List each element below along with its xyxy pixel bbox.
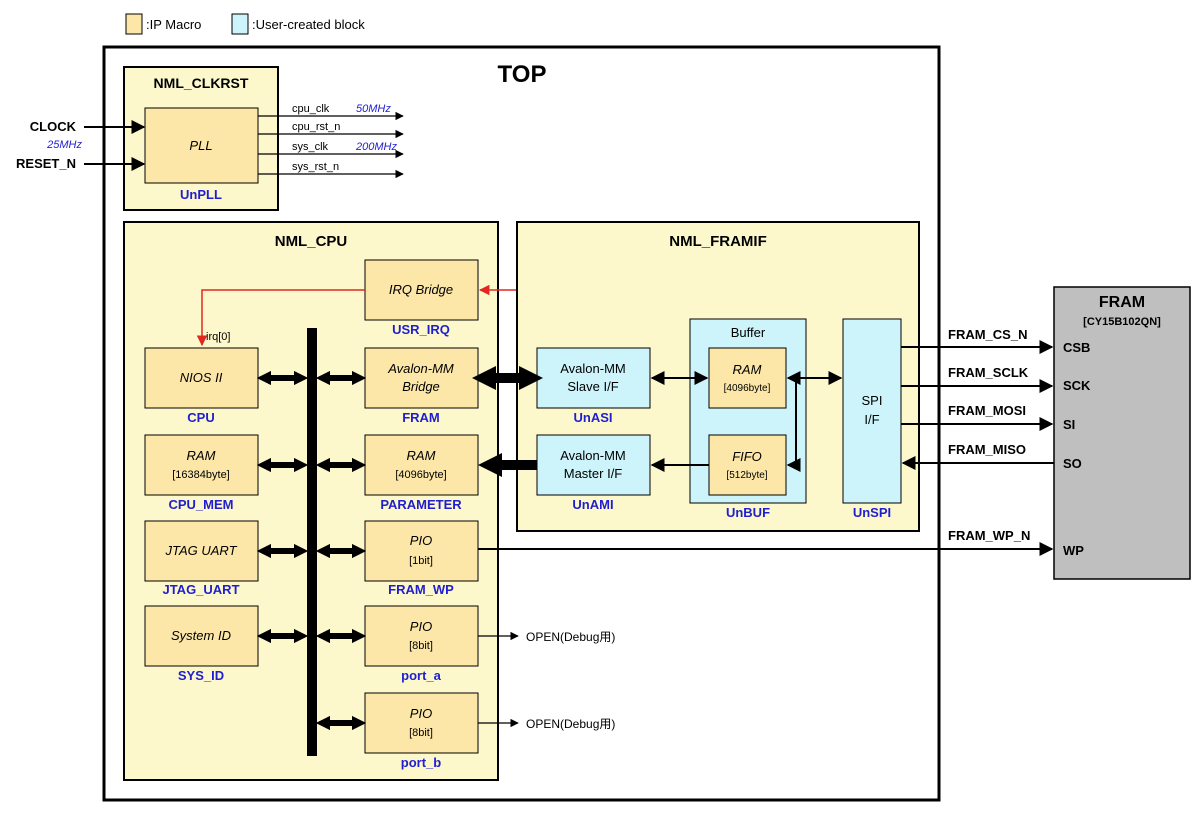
port-a-pio-label: PIO xyxy=(410,619,432,634)
spi-if-label-1: SPI xyxy=(862,393,883,408)
block-diagram: :IP Macro :User-created block TOP NML_CL… xyxy=(16,13,1191,802)
buffer-title: Buffer xyxy=(731,325,766,340)
master-if-instance-name: UnAMI xyxy=(572,497,613,512)
fram-bridge-block: Avalon-MM Bridge xyxy=(364,347,479,409)
sys-id-label: System ID xyxy=(171,628,231,643)
cpu-mem-block: RAM [16384byte] xyxy=(144,434,259,496)
buffer-fifo-label: FIFO xyxy=(732,449,762,464)
cpu-group-title: NML_CPU xyxy=(275,233,348,250)
cpu-block-label: NIOS II xyxy=(180,370,223,385)
fram-bridge-label-2: Bridge xyxy=(402,379,440,394)
port-b-pio-width: [8bit] xyxy=(409,727,433,739)
fram-bridge-instance-name: FRAM xyxy=(402,410,440,425)
port-b-open-label: OPEN(Debug用) xyxy=(526,717,615,731)
parameter-instance-name: PARAMETER xyxy=(380,497,462,512)
top-title: TOP xyxy=(498,61,547,88)
clock-input-freq: 25MHz xyxy=(46,139,82,151)
buffer-ram-block xyxy=(708,347,787,409)
legend-user-label: :User-created block xyxy=(252,17,365,32)
irq-bridge-instance-name: USR_IRQ xyxy=(392,322,450,337)
fram-wp-pio-width: [1bit] xyxy=(409,555,433,567)
fram-miso-label: FRAM_MISO xyxy=(948,442,1026,457)
clock-input-label: CLOCK xyxy=(30,119,77,134)
fram-wp-pio-block: PIO [1bit] xyxy=(364,520,479,582)
sys-clk-freq: 200MHz xyxy=(355,141,397,153)
spi-if-label-2: I/F xyxy=(864,412,879,427)
jtag-uart-instance-name: JTAG_UART xyxy=(162,582,239,597)
fram-chip xyxy=(1053,286,1191,580)
buffer-ram-label: RAM xyxy=(733,362,762,377)
cpu-mem-size: [16384byte] xyxy=(172,469,230,481)
fram-bridge-label-1: Avalon-MM xyxy=(387,361,454,376)
master-if-block xyxy=(536,434,651,496)
slave-if-instance-name: UnASI xyxy=(574,410,613,425)
avalon-bus xyxy=(307,328,317,756)
fram-pin-so: SO xyxy=(1063,456,1082,471)
sys-id-block: System ID xyxy=(144,605,259,667)
fram-sclk-label: FRAM_SCLK xyxy=(948,365,1029,380)
port-a-instance-name: port_a xyxy=(401,668,442,683)
cpu-mem-label: RAM xyxy=(187,448,216,463)
jtag-uart-block: JTAG UART xyxy=(144,520,259,582)
slave-if-label-1: Avalon-MM xyxy=(560,361,626,376)
fram-mosi-label: FRAM_MOSI xyxy=(948,403,1026,418)
cpu-clk-freq: 50MHz xyxy=(356,103,391,115)
parameter-ram-block: RAM [4096byte] xyxy=(364,434,479,496)
fram-pin-csb: CSB xyxy=(1063,340,1090,355)
port-b-pio-label: PIO xyxy=(410,706,432,721)
fram-pin-wp: WP xyxy=(1063,543,1084,558)
fram-wp-instance-name: FRAM_WP xyxy=(388,582,454,597)
port-b-instance-name: port_b xyxy=(401,755,442,770)
reset-input-label: RESET_N xyxy=(16,156,76,171)
buffer-fifo-size: [512byte] xyxy=(726,470,767,481)
fram-chip-title: FRAM xyxy=(1099,294,1145,311)
fram-wp-n-label: FRAM_WP_N xyxy=(948,528,1030,543)
slave-if-block xyxy=(536,347,651,409)
buffer-fifo-block xyxy=(708,434,787,496)
framif-group-title: NML_FRAMIF xyxy=(669,233,767,250)
cpu-rst-label: cpu_rst_n xyxy=(292,121,340,133)
port-a-pio-block: PIO [8bit] xyxy=(364,605,479,667)
cpu-instance-name: CPU xyxy=(187,410,214,425)
jtag-uart-label: JTAG UART xyxy=(164,543,237,558)
parameter-ram-size: [4096byte] xyxy=(395,469,446,481)
master-if-label-1: Avalon-MM xyxy=(560,448,626,463)
irq-bridge-label: IRQ Bridge xyxy=(389,282,453,297)
irq-signal-label: irq[0] xyxy=(206,331,230,343)
port-a-pio-width: [8bit] xyxy=(409,640,433,652)
spi-if-instance-name: UnSPI xyxy=(853,505,891,520)
buffer-ram-size: [4096byte] xyxy=(724,383,771,394)
fram-pin-si: SI xyxy=(1063,417,1075,432)
fram-pin-sck: SCK xyxy=(1063,378,1091,393)
legend-ip-swatch xyxy=(125,13,143,35)
sys-id-instance-name: SYS_ID xyxy=(178,668,224,683)
spi-if-block xyxy=(842,318,902,504)
fram-chip-part: [CY15B102QN] xyxy=(1083,316,1161,328)
pll-label: PLL xyxy=(189,138,212,153)
cpu-block: NIOS II xyxy=(144,347,259,409)
sys-clk-label: sys_clk xyxy=(292,141,329,153)
cpu-clk-label: cpu_clk xyxy=(292,103,330,115)
clkrst-title: NML_CLKRST xyxy=(154,75,249,91)
fram-cs-n-label: FRAM_CS_N xyxy=(948,327,1027,342)
legend-user-swatch xyxy=(231,13,249,35)
buffer-instance-name: UnBUF xyxy=(726,505,770,520)
port-b-pio-block: PIO [8bit] xyxy=(364,692,479,754)
slave-if-label-2: Slave I/F xyxy=(567,379,618,394)
cpu-mem-instance-name: CPU_MEM xyxy=(168,497,233,512)
pll-instance-name: UnPLL xyxy=(180,187,222,202)
sys-rst-label: sys_rst_n xyxy=(292,161,339,173)
parameter-ram-label: RAM xyxy=(407,448,436,463)
fram-wp-pio-label: PIO xyxy=(410,533,432,548)
master-if-label-2: Master I/F xyxy=(564,466,623,481)
port-a-open-label: OPEN(Debug用) xyxy=(526,630,615,644)
legend-ip-label: :IP Macro xyxy=(146,17,201,32)
